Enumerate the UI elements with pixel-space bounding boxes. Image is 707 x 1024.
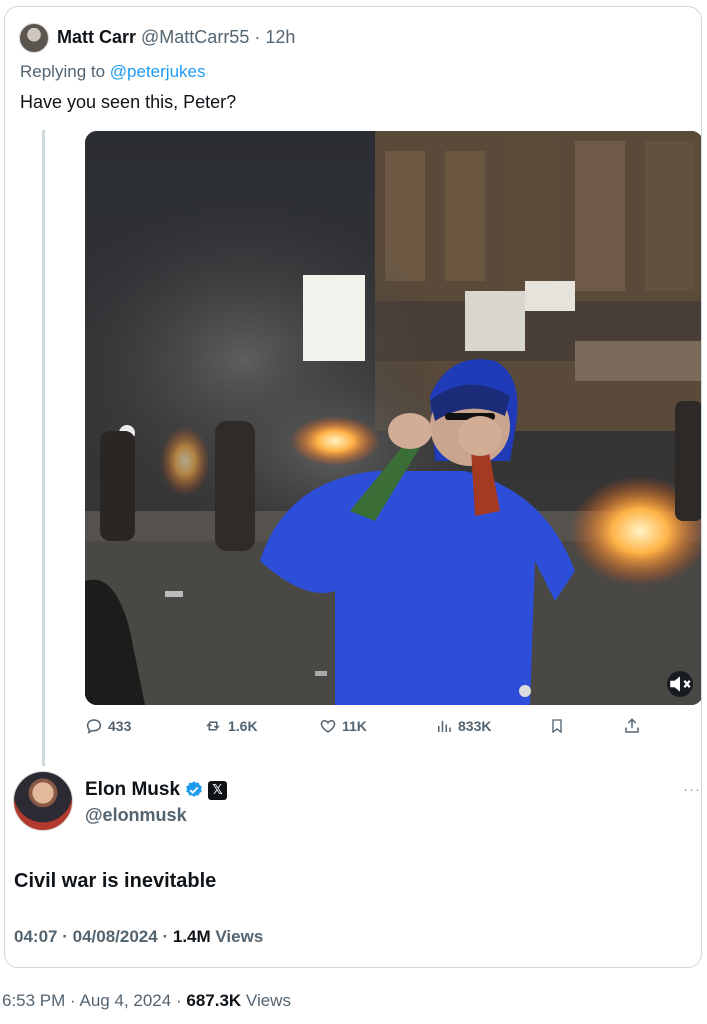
views-button[interactable]: 833K: [435, 717, 491, 735]
bookmark-icon: [552, 719, 562, 734]
like-button[interactable]: 11K: [319, 717, 367, 735]
views-count: 687.3K: [186, 991, 242, 1010]
views-label: Views: [215, 927, 264, 946]
repost-icon: [206, 721, 220, 731]
tweet-text: Have you seen this, Peter?: [20, 92, 237, 112]
reply-count: 433: [108, 718, 132, 734]
replying-to-link[interactable]: @peterjukes: [110, 62, 206, 81]
tweet-time[interactable]: 6:53 PM: [2, 991, 65, 1010]
views-label: Views: [245, 991, 291, 1010]
mute-icon: [670, 676, 691, 692]
affiliate-badge[interactable]: 𝕏: [208, 780, 228, 800]
meta-separator: ·: [175, 991, 182, 1010]
thread-line: [42, 130, 45, 766]
meta-separator: ·: [70, 991, 76, 1010]
meta-separator: ·: [62, 927, 68, 946]
author-handle[interactable]: @MattCarr55: [141, 27, 249, 47]
author-name[interactable]: Matt Carr: [57, 27, 136, 47]
video-player[interactable]: [85, 131, 701, 705]
tweet-age[interactable]: 12h: [265, 27, 295, 47]
repost-button[interactable]: 1.6K: [203, 717, 258, 735]
author-row: Elon Musk 𝕏: [85, 779, 228, 801]
avatar[interactable]: [19, 23, 49, 53]
share-icon: [625, 718, 639, 733]
share-button[interactable]: [623, 717, 641, 735]
like-count: 11K: [342, 718, 367, 734]
tweet-card: Matt Carr @MattCarr55 · 12h Replying to …: [4, 6, 702, 968]
replying-to-label: Replying to: [20, 62, 110, 81]
tweet-meta: 04:07 · 04/08/2024 · 1.4M Views: [14, 927, 263, 947]
replying-to-line: Replying to @peterjukes: [20, 62, 205, 82]
tweet-header: Matt Carr @MattCarr55 · 12h: [57, 27, 295, 48]
verified-icon: [186, 781, 202, 797]
reply-button[interactable]: 433: [85, 717, 131, 735]
tweet-date[interactable]: 04/08/2024: [73, 927, 158, 946]
action-bar: 433 1.6K 11K 833K: [85, 717, 645, 741]
mute-button[interactable]: [667, 671, 693, 697]
tweet-footer: 6:53 PM · Aug 4, 2024 · 687.3K Views: [2, 991, 291, 1011]
tweet-date[interactable]: Aug 4, 2024: [80, 991, 172, 1010]
views-count: 1.4M: [172, 927, 211, 946]
avatar[interactable]: [13, 771, 73, 831]
reply-icon: [86, 719, 102, 734]
author-handle[interactable]: @elonmusk: [85, 805, 187, 826]
tweet-time[interactable]: 04:07: [14, 927, 57, 946]
like-icon: [320, 719, 336, 733]
views-icon: [438, 720, 451, 732]
meta-separator: ·: [254, 27, 261, 47]
repost-count: 1.6K: [228, 718, 258, 734]
bookmark-button[interactable]: [549, 717, 565, 735]
author-name[interactable]: Elon Musk: [85, 779, 180, 801]
tweet-text: Civil war is inevitable: [14, 870, 217, 892]
more-options-button[interactable]: ···: [683, 781, 701, 798]
views-count: 833K: [458, 718, 492, 734]
meta-separator: ·: [162, 927, 169, 946]
video-frame: [85, 131, 701, 705]
